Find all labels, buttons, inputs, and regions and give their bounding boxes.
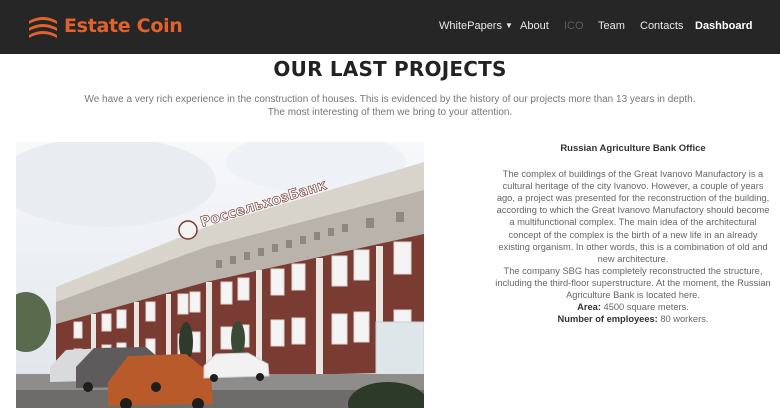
employees-label: Number of employees: [557, 314, 658, 325]
brand-logo[interactable]: Estate Coin [28, 14, 183, 38]
nav-about[interactable]: About [520, 20, 549, 32]
nav-contacts[interactable]: Contacts [640, 20, 683, 32]
employees-value: 80 workers. [660, 314, 709, 325]
logo-stripes-icon [29, 17, 57, 38]
brand-name: Estate Coin [64, 15, 183, 37]
area-value: 4500 square meters. [603, 302, 689, 313]
area-label: Area: [577, 302, 601, 313]
building-illustration: РоссельхозБанк [16, 142, 424, 408]
project-area: Area: 4500 square meters. [494, 301, 772, 313]
section-title: OUR LAST PROJECTS [273, 57, 507, 81]
nav-team[interactable]: Team [598, 20, 625, 32]
top-navbar: Estate Coin WhitePapers ▼ About ICO Team … [0, 0, 780, 54]
project-description-2: The company SBG has completely reconstru… [495, 265, 771, 301]
intro-line-2: The most interesting of them we bring to… [267, 107, 513, 118]
intro-line-1: We have a very rich experience in the co… [84, 94, 696, 105]
project-employees: Number of employees: 80 workers. [494, 313, 772, 325]
nav-whitepapers[interactable]: WhitePapers ▼ [439, 20, 513, 32]
chevron-down-icon: ▼ [504, 21, 513, 30]
nav-whitepapers-label: WhitePapers [439, 20, 502, 32]
project-details: Russian Agriculture Bank Office The comp… [494, 143, 772, 325]
project-description: The complex of buildings of the Great Iv… [496, 169, 770, 264]
nav-ico[interactable]: ICO [564, 20, 584, 32]
section-intro: We have a very rich experience in the co… [60, 93, 720, 119]
project-title: Russian Agriculture Bank Office [560, 143, 706, 154]
nav-dashboard[interactable]: Dashboard [695, 20, 752, 32]
project-photo: РоссельхозБанк [16, 142, 424, 408]
